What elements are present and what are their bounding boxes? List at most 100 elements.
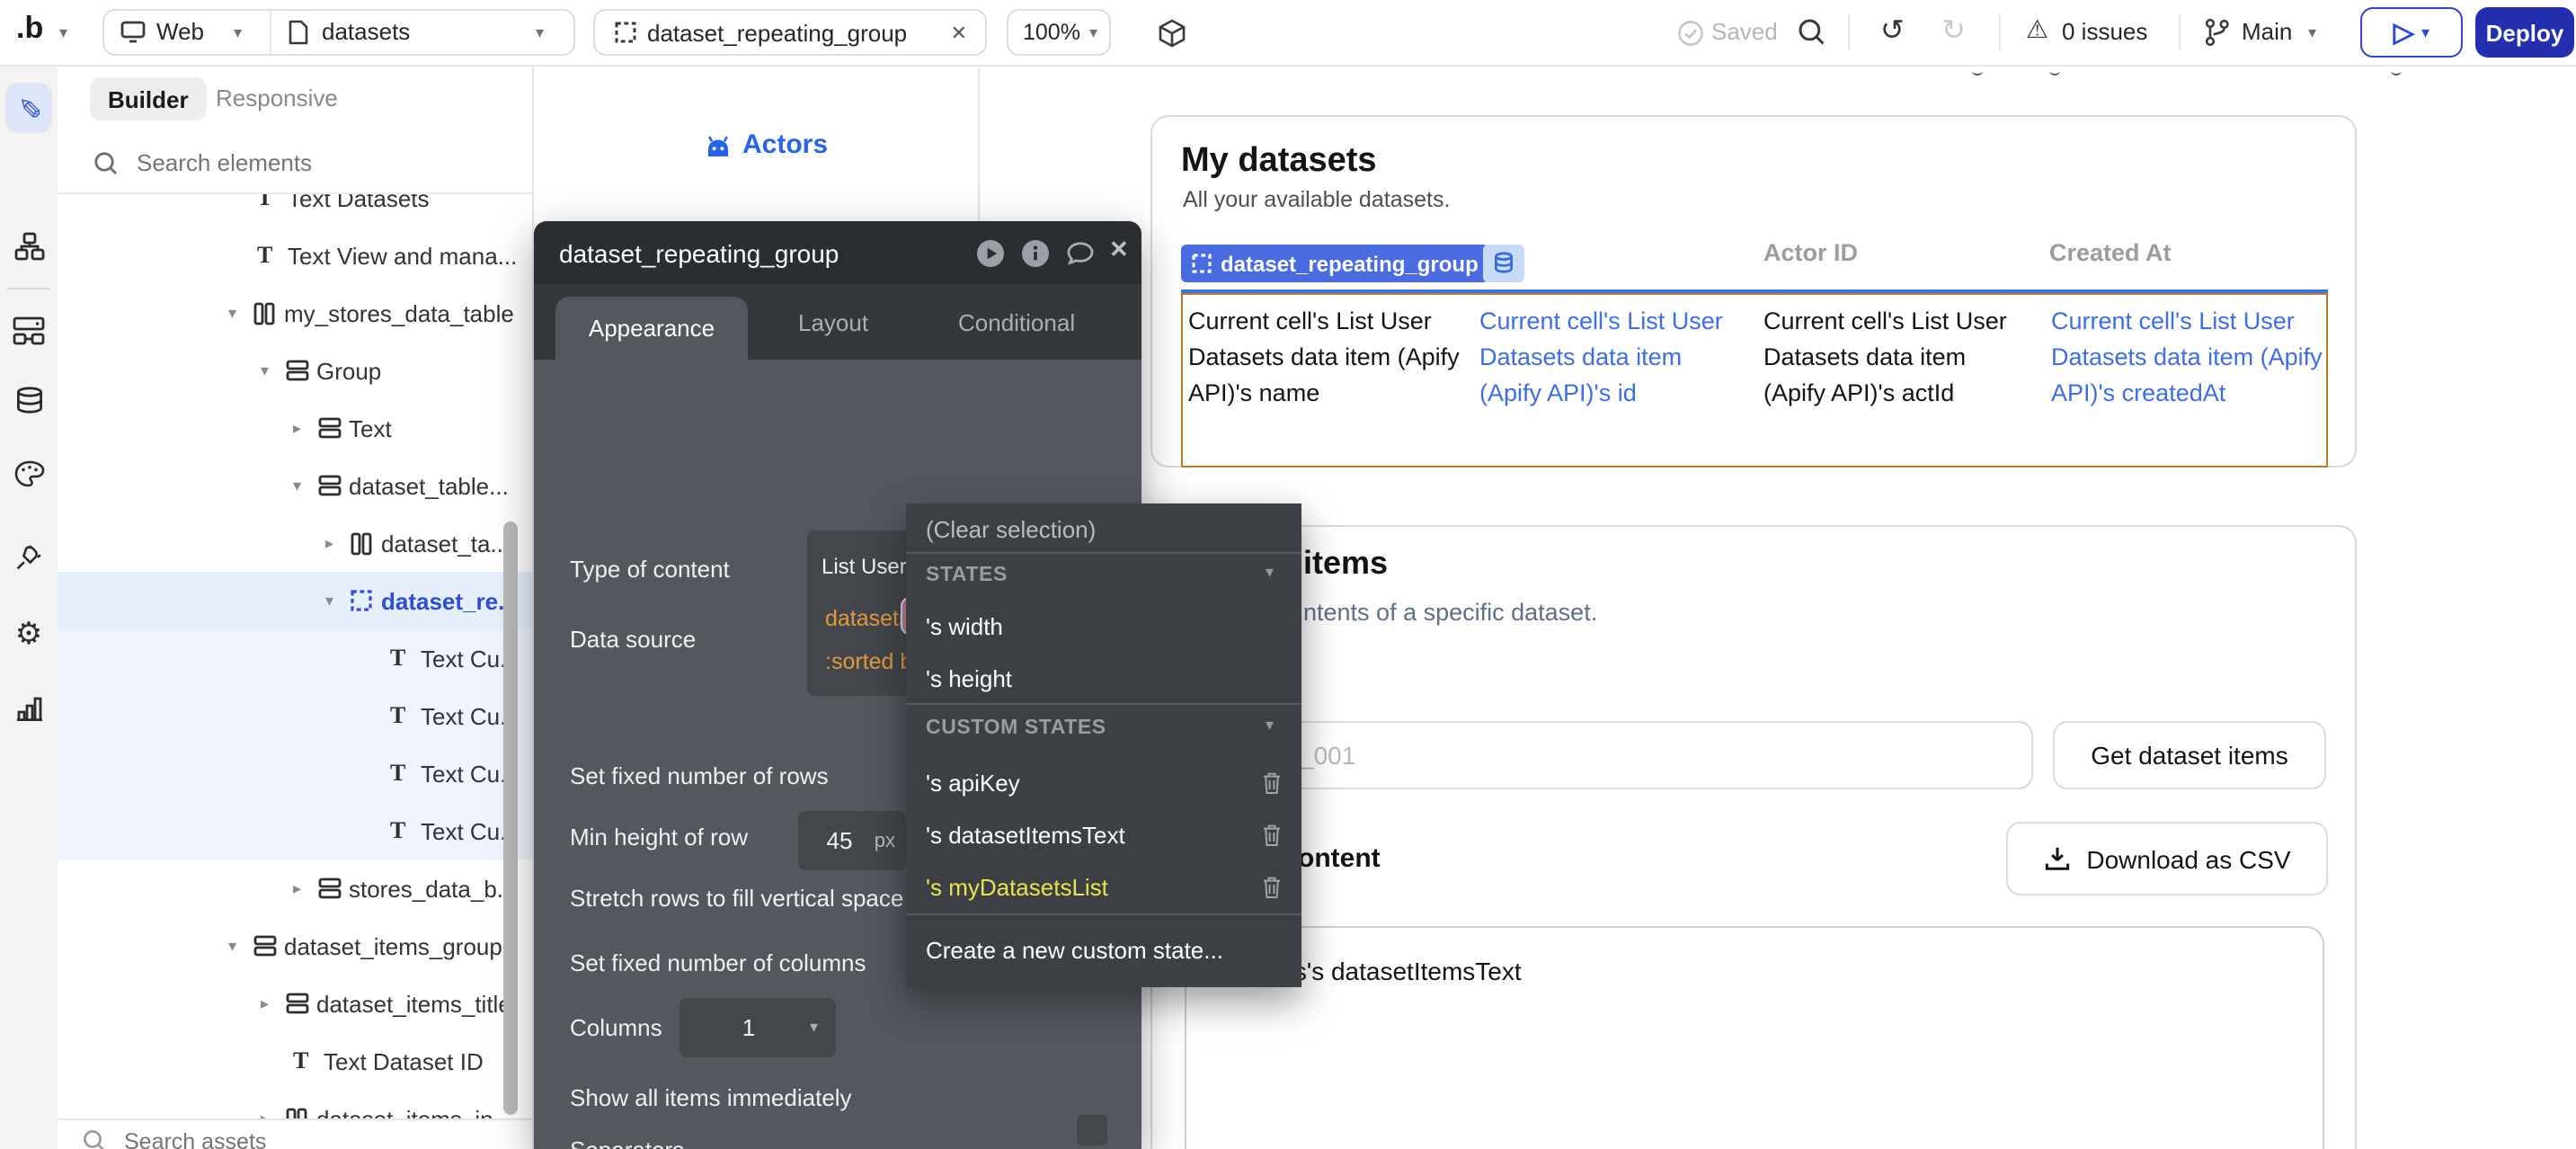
tree-item-text-dataset-id[interactable]: T Text Dataset ID [58, 1032, 532, 1090]
caret-right-icon[interactable]: ▸ [261, 993, 286, 1013]
tree-item-dataset-repeating-group-selected[interactable]: ▾ dataset_re... [58, 572, 532, 629]
columns-label: Columns [570, 1014, 662, 1041]
plug-icon [13, 541, 44, 572]
element-search-input[interactable] [133, 147, 464, 178]
menu-item-height[interactable]: 's height [926, 665, 1012, 692]
device-selector-value[interactable]: Web [156, 18, 204, 45]
card-subtitle-fragment: ntents of a specific dataset. [1303, 599, 1597, 626]
menu-item-datasetitemstext[interactable]: 's datasetItemsText [926, 822, 1125, 849]
element-tab[interactable]: dataset_repeating_group ✕ [593, 9, 987, 56]
chevron-down-icon[interactable]: ▾ [1266, 563, 1274, 583]
columns-element-icon [351, 531, 381, 555]
repeating-group-icon [615, 22, 636, 43]
menu-item-mydatasetslist-highlighted[interactable]: 's myDatasetsList [926, 874, 1108, 901]
trash-icon[interactable] [1262, 771, 1282, 795]
chevron-down-icon[interactable]: ▾ [59, 23, 67, 43]
tree-item-stores-data-b[interactable]: ▸ stores_data_b... [58, 860, 532, 917]
repeating-group-cell-border[interactable] [1181, 293, 2328, 468]
tree-item-dataset-table[interactable]: ▾ dataset_table... [58, 457, 532, 514]
tab-layout[interactable]: Layout [798, 309, 868, 336]
columns-select[interactable]: 1 ▾ [680, 998, 836, 1057]
database-icon [1494, 252, 1514, 275]
caret-right-icon[interactable]: ▸ [293, 418, 318, 438]
chevron-down-icon[interactable]: ▾ [2308, 23, 2316, 43]
tree-item-text-group[interactable]: ▸ Text [58, 399, 532, 457]
caret-down-icon[interactable]: ▾ [261, 361, 286, 380]
element-tab-label: dataset_repeating_group [647, 19, 907, 46]
menu-item-width[interactable]: 's width [926, 613, 1003, 640]
inspector-header[interactable]: dataset_repeating_group ✕ [534, 221, 1141, 284]
design-tab-active[interactable]: ✎ [5, 83, 52, 133]
data-source-badge[interactable] [1483, 245, 1524, 282]
selected-element-chip[interactable]: dataset_repeating_group [1181, 245, 1489, 282]
asset-search-input[interactable] [120, 1127, 397, 1149]
workflow-tab[interactable] [0, 232, 58, 261]
show-all-items-checkbox[interactable] [1077, 1115, 1107, 1145]
caret-right-icon[interactable]: ▸ [293, 878, 318, 898]
menu-create-custom-state[interactable]: Create a new custom state... [926, 937, 1223, 964]
menu-clear-selection[interactable]: (Clear selection) [926, 516, 1096, 543]
chevron-down-icon[interactable]: ▾ [234, 23, 242, 43]
download-csv-button[interactable]: Download as CSV [2006, 822, 2328, 895]
dataset-content-box[interactable]: datasets's datasetItemsText [1185, 926, 2324, 1149]
settings-tab[interactable]: ⚙ [0, 619, 58, 649]
text-element-icon: T [390, 759, 405, 788]
zoom-control[interactable]: 100% ▾ [1007, 9, 1111, 56]
dataset-id-input[interactable]: _001 [1188, 721, 2033, 789]
redo-icon[interactable]: ↻ [1941, 13, 1966, 49]
caret-right-icon[interactable]: ▸ [261, 1109, 286, 1118]
menu-states-header[interactable]: STATES [926, 565, 1008, 586]
tree-item-dataset-items-in[interactable]: ▸ dataset_items_in... [58, 1090, 532, 1118]
chevron-down-icon[interactable]: ▾ [1266, 716, 1274, 735]
close-icon[interactable]: ✕ [951, 21, 967, 44]
caret-down-icon[interactable]: ▾ [228, 303, 253, 323]
components-tab[interactable] [0, 316, 58, 345]
play-icon: ▷ [2394, 16, 2414, 49]
close-icon[interactable]: ✕ [1109, 236, 1129, 264]
caret-down-icon[interactable]: ▾ [228, 936, 253, 956]
info-icon[interactable] [1021, 239, 1050, 268]
plugins-tab[interactable] [0, 541, 58, 572]
menu-custom-states-header[interactable]: CUSTOM STATES [926, 717, 1106, 739]
logs-tab[interactable] [0, 696, 58, 721]
actors-heading[interactable]: Actors [705, 129, 828, 160]
set-fixed-rows-label: Set fixed number of rows [570, 762, 829, 789]
search-icon[interactable] [1798, 18, 1826, 47]
data-tab[interactable] [0, 387, 58, 415]
tree-item-my-stores-data-table[interactable]: ▾ my_stores_data_table [58, 284, 532, 342]
trash-icon[interactable] [1262, 876, 1282, 899]
run-icon[interactable] [976, 239, 1005, 268]
comment-icon[interactable] [1066, 241, 1095, 268]
chevron-down-icon[interactable]: ▾ [536, 23, 544, 43]
trash-icon[interactable] [1262, 824, 1282, 847]
caret-down-icon[interactable]: ▾ [325, 591, 351, 610]
bubble-logo[interactable]: .b [16, 11, 43, 47]
tab-appearance-active[interactable]: Appearance [555, 297, 748, 360]
preview-button[interactable]: ▷ ▾ [2360, 7, 2463, 58]
page-selector-value[interactable]: datasets [322, 18, 410, 45]
min-height-input[interactable]: 45 px [798, 811, 906, 870]
caret-right-icon[interactable]: ▸ [325, 533, 351, 553]
tree-item-dataset-items-group[interactable]: ▾ dataset_items_group [58, 917, 532, 975]
tree-item-dataset-ta[interactable]: ▸ dataset_ta... [58, 514, 532, 572]
tree-item-text-current-4[interactable]: T Text Cu... [58, 802, 532, 860]
deploy-button[interactable]: Deploy [2475, 7, 2574, 58]
cube-icon[interactable] [1158, 18, 1186, 49]
branch-selector[interactable]: Main [2242, 18, 2292, 45]
styles-tab[interactable] [0, 460, 58, 487]
tree-scrollbar[interactable] [503, 521, 518, 1115]
menu-item-apikey[interactable]: 's apiKey [926, 770, 1020, 797]
issues-indicator[interactable]: 0 issues [2062, 18, 2147, 45]
tree-item-text-current-1[interactable]: T Text Cu... [58, 629, 532, 687]
tree-item-dataset-items-title[interactable]: ▸ dataset_items_title [58, 975, 532, 1032]
tree-item-text-current-2[interactable]: T Text Cu... [58, 687, 532, 744]
tab-conditional[interactable]: Conditional [958, 309, 1075, 336]
caret-down-icon[interactable]: ▾ [293, 476, 318, 495]
clipped-text-fragment [2391, 67, 2402, 76]
undo-icon[interactable]: ↺ [1880, 13, 1905, 49]
tree-item-group[interactable]: ▾ Group [58, 342, 532, 399]
tree-item-text-current-3[interactable]: T Text Cu... [58, 744, 532, 802]
get-dataset-items-button[interactable]: Get dataset items [2053, 721, 2326, 789]
tree-item-text-view[interactable]: T Text View and mana... [58, 227, 532, 284]
inspector-title: dataset_repeating_group [559, 238, 839, 267]
